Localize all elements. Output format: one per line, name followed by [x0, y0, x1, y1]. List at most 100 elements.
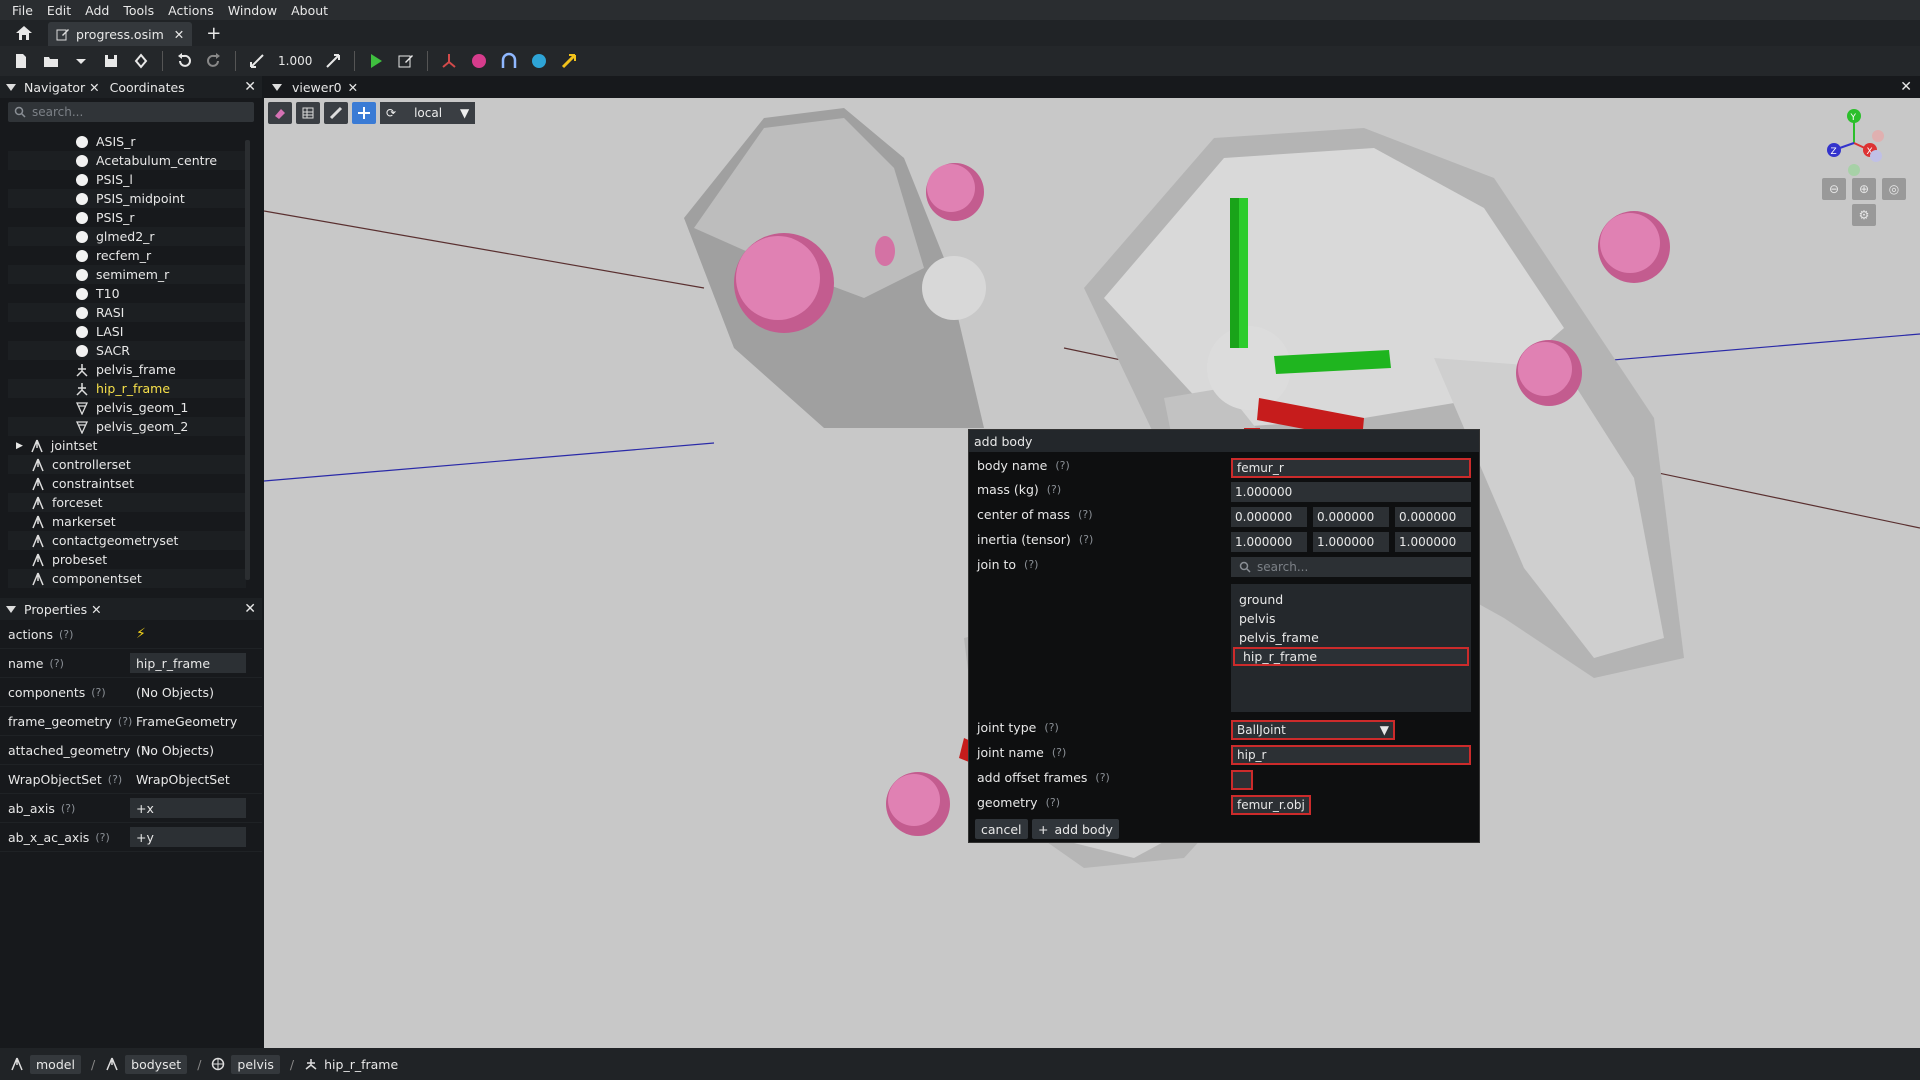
edit-model-icon[interactable]	[393, 49, 419, 73]
help-icon[interactable]: (?)	[61, 802, 75, 815]
tree-item-psis-l[interactable]: PSIS_l	[8, 170, 246, 189]
ellipsoid-icon[interactable]	[496, 49, 522, 73]
coordinates-tab[interactable]: Coordinates	[110, 80, 185, 95]
tree-item-glmed2-r[interactable]: glmed2_r	[8, 227, 246, 246]
help-icon[interactable]: (?)	[59, 628, 73, 641]
com-y-input[interactable]: 0.000000	[1313, 507, 1389, 527]
tree-item-markerset[interactable]: markerset	[8, 512, 246, 531]
tree-item-pelvis-geom-2[interactable]: pelvis_geom_2	[8, 417, 246, 436]
help-icon[interactable]: (?)	[1052, 746, 1066, 759]
reload-icon[interactable]	[128, 49, 154, 73]
tree-item-pelvis-frame[interactable]: pelvis_frame	[8, 360, 246, 379]
collapse-icon[interactable]	[6, 83, 16, 91]
save-icon[interactable]	[98, 49, 124, 73]
tree-item-recfem-r[interactable]: recfem_r	[8, 246, 246, 265]
help-icon[interactable]: (?)	[1047, 483, 1061, 496]
help-icon[interactable]: (?)	[1095, 771, 1109, 784]
scale-factor-value[interactable]: 1.000	[278, 54, 312, 68]
tree-item-pelvis-geom-1[interactable]: pelvis_geom_1	[8, 398, 246, 417]
new-tab-icon[interactable]: +	[206, 23, 221, 44]
help-icon[interactable]: (?)	[49, 657, 63, 670]
autofocus-icon[interactable]: ◎	[1882, 178, 1906, 200]
mesh-icon[interactable]	[526, 49, 552, 73]
chevron-down-icon[interactable]	[68, 49, 94, 73]
tree-item-sacr[interactable]: SACR	[8, 341, 246, 360]
close-viewer-icon[interactable]: ✕	[1900, 79, 1912, 95]
menu-window[interactable]: Window	[228, 3, 277, 18]
tree-item-psis-midpoint[interactable]: PSIS_midpoint	[8, 189, 246, 208]
expand-icon[interactable]: ▶	[16, 441, 23, 451]
tree-item-componentset[interactable]: componentset	[8, 569, 246, 588]
axis-gizmo[interactable]: Y X Z	[1814, 108, 1894, 178]
com-z-input[interactable]: 0.000000	[1395, 507, 1471, 527]
gear-icon[interactable]: ⚙	[1852, 204, 1876, 226]
help-icon[interactable]: (?)	[1079, 533, 1093, 546]
menu-tools[interactable]: Tools	[123, 3, 154, 18]
tree-item-constraintset[interactable]: constraintset	[8, 474, 246, 493]
close-panel-icon[interactable]: ✕	[244, 79, 256, 95]
property-value[interactable]: +x	[130, 798, 246, 818]
tree-item-rasi[interactable]: RASI	[8, 303, 246, 322]
join-option-hip-r-frame[interactable]: hip_r_frame	[1233, 647, 1469, 666]
menu-about[interactable]: About	[291, 3, 328, 18]
scale-down-icon[interactable]	[244, 49, 270, 73]
join-search-input[interactable]: search...	[1231, 557, 1471, 577]
help-icon[interactable]: (?)	[1024, 558, 1038, 571]
help-icon[interactable]: (?)	[91, 686, 105, 699]
close-tab-icon[interactable]: ✕	[174, 27, 184, 42]
tab-progress-osim[interactable]: progress.osim ✕	[48, 22, 193, 46]
help-icon[interactable]: (?)	[1078, 508, 1092, 521]
close-panel-icon[interactable]: ✕	[244, 601, 256, 617]
open-folder-icon[interactable]	[38, 49, 64, 73]
navigator-tab[interactable]: Navigator	[24, 80, 85, 95]
muscle-icon[interactable]	[556, 49, 582, 73]
breadcrumb-model[interactable]: model	[30, 1054, 81, 1074]
frame-icon[interactable]	[436, 49, 462, 73]
help-icon[interactable]: (?)	[1046, 796, 1060, 809]
joint-name-input[interactable]: hip_r	[1231, 745, 1471, 765]
breadcrumb-pelvis[interactable]: pelvis	[231, 1054, 280, 1074]
property-value[interactable]: hip_r_frame	[130, 653, 246, 673]
tree-item-psis-r[interactable]: PSIS_r	[8, 208, 246, 227]
menu-file[interactable]: File	[12, 3, 33, 18]
play-icon[interactable]	[363, 49, 389, 73]
frame-mode-select[interactable]: ⟳ local ▼	[380, 102, 476, 124]
ruler-icon[interactable]	[324, 102, 348, 124]
3d-scene[interactable]: ⟳ local ▼ Y X Z ⊖ ⊕ ◎ ⚙ add body body na…	[264, 98, 1920, 1048]
sphere-icon[interactable]	[466, 49, 492, 73]
tree-item-controllerset[interactable]: controllerset	[8, 455, 246, 474]
offset-frames-checkbox[interactable]	[1231, 770, 1253, 790]
mass-input[interactable]: 1.000000	[1231, 482, 1471, 502]
join-option-pelvis[interactable]: pelvis	[1231, 609, 1471, 628]
joint-type-select[interactable]: BallJoint ▼	[1231, 720, 1395, 740]
zoom-out-icon[interactable]: ⊖	[1822, 178, 1846, 200]
tree-item-hip-r-frame[interactable]: hip_r_frame	[8, 379, 246, 398]
menu-actions[interactable]: Actions	[168, 3, 214, 18]
tree-item-asis-r[interactable]: ASIS_r	[8, 132, 246, 151]
new-file-icon[interactable]	[8, 49, 34, 73]
lightning-icon[interactable]: ⚡	[136, 626, 146, 642]
inertia-zz-input[interactable]: 1.000000	[1395, 532, 1471, 552]
collapse-icon[interactable]	[272, 83, 282, 91]
add-body-button[interactable]: + add body	[1032, 819, 1119, 839]
inertia-yy-input[interactable]: 1.000000	[1313, 532, 1389, 552]
undo-icon[interactable]	[171, 49, 197, 73]
property-value[interactable]: +y	[130, 827, 246, 847]
scale-up-icon[interactable]	[320, 49, 346, 73]
close-icon[interactable]: ✕	[91, 602, 101, 617]
tree-item-jointset[interactable]: ▶ jointset	[8, 436, 246, 455]
help-icon[interactable]: (?)	[1055, 459, 1069, 472]
join-option-ground[interactable]: ground	[1231, 590, 1471, 609]
redo-icon[interactable]	[201, 49, 227, 73]
tree-item-contactgeometryset[interactable]: contactgeometryset	[8, 531, 246, 550]
tree-item-t10[interactable]: T10	[8, 284, 246, 303]
cancel-button[interactable]: cancel	[975, 819, 1028, 839]
geometry-button[interactable]: femur_r.obj	[1231, 795, 1311, 815]
tree-item-acetabulum-centre[interactable]: Acetabulum_centre	[8, 151, 246, 170]
inertia-xx-input[interactable]: 1.000000	[1231, 532, 1307, 552]
move-icon[interactable]	[352, 102, 376, 124]
menu-edit[interactable]: Edit	[47, 3, 71, 18]
home-icon[interactable]	[0, 20, 48, 46]
help-icon[interactable]: (?)	[108, 773, 122, 786]
close-icon[interactable]: ✕	[348, 80, 358, 95]
